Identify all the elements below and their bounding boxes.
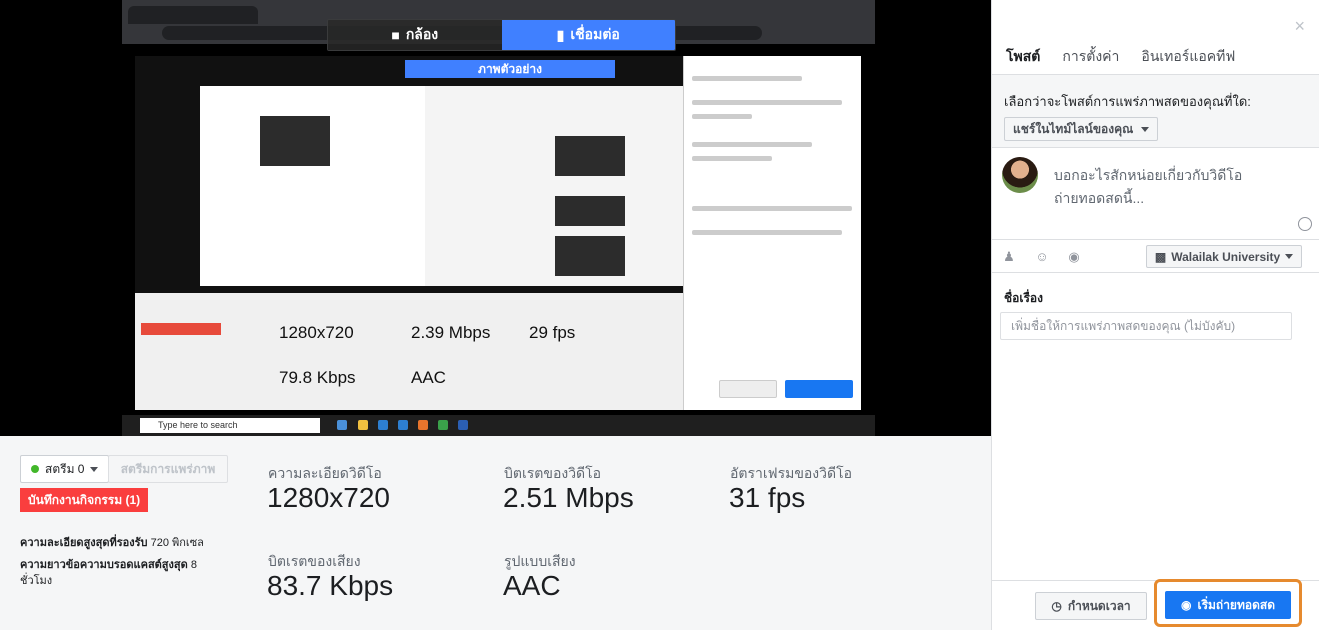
video-bitrate-value: 2.51 Mbps: [503, 482, 634, 513]
max-length-unit: ชั่วโมง: [20, 575, 53, 587]
preview-nested-schedule: [719, 380, 777, 398]
preview-nested-audio-bitrate: 79.8 Kbps: [279, 368, 356, 387]
audience-label: Walailak University: [1171, 249, 1281, 264]
stream-preview: ภาพตัวอย่าง 1280x720 2.39 Mbps 29 fps 79…: [0, 0, 991, 436]
go-live-label: เริ่มถ่ายทอดสด: [1197, 597, 1275, 612]
preview-thumbnail: [555, 196, 625, 226]
camera-mode-label: กล้อง: [405, 26, 439, 42]
max-length-value: 8: [190, 559, 197, 571]
clock-icon: ◷: [1051, 599, 1062, 613]
camera-mode-button[interactable]: ■ กล้อง: [328, 20, 502, 50]
destination-value: แชร์ในไทม์ไลน์ของคุณ: [1013, 121, 1134, 136]
live-producer: ภาพตัวอย่าง 1280x720 2.39 Mbps 29 fps 79…: [0, 0, 1319, 630]
emoji-icon[interactable]: [1298, 217, 1312, 231]
preview-nested-log: [141, 323, 221, 335]
max-resolution-info: ความละเอียดสูงสุดที่รองรับ 720 พิกเซล: [20, 533, 204, 551]
preview-nested-video: ภาพตัวอย่าง: [135, 56, 685, 293]
title-label: ชื่อเรื่อง: [1004, 291, 1043, 305]
audience-selector[interactable]: ▩ Walailak University: [1146, 245, 1302, 268]
preview-nested-audio-format: AAC: [411, 368, 446, 387]
connect-icon: ▮: [556, 26, 565, 43]
preview-thumbnail: [260, 116, 330, 166]
chevron-down-icon: [1141, 126, 1150, 132]
max-resolution-label: ความละเอียดสูงสุดที่รองรับ: [20, 537, 148, 549]
live-icon: ◉: [1180, 598, 1192, 612]
feeling-icon[interactable]: ☺: [1035, 250, 1049, 264]
location-icon[interactable]: ◉: [1067, 250, 1081, 264]
video-resolution-value: 1280x720: [267, 482, 391, 513]
preview-taskbar-search: Type here to search: [140, 418, 320, 433]
schedule-label: กำหนดเวลา: [1067, 598, 1131, 613]
max-length-label: ความยาวข้อความบรอดแคสต์สูงสุด: [20, 559, 188, 571]
camera-icon: ■: [391, 27, 400, 43]
chevron-down-icon: [1285, 254, 1294, 259]
chevron-down-icon: [90, 466, 99, 472]
preview-title: ภาพตัวอย่าง: [405, 60, 615, 78]
connect-mode-label: เชื่อมต่อ: [570, 26, 620, 42]
preview-screen-capture: ภาพตัวอย่าง 1280x720 2.39 Mbps 29 fps 79…: [135, 56, 861, 410]
preview-thumbnail: [555, 136, 625, 176]
preview-nested-bitrate: 2.39 Mbps: [411, 323, 491, 342]
live-status-dot: [31, 465, 39, 473]
title-input[interactable]: เพิ่มชื่อให้การแพร่ภาพสดของคุณ (ไม่บังคั…: [1000, 312, 1292, 340]
post-settings-panel: × โพสต์ การตั้งค่า อินเทอร์แอคทีฟ เลือกว…: [991, 0, 1319, 630]
organization-icon: ▩: [1154, 249, 1167, 264]
composer-actions: ♟ ☺ ◉ ▩ Walailak University: [992, 239, 1319, 273]
destination-dropdown[interactable]: แชร์ในไทม์ไลน์ของคุณ: [1004, 117, 1159, 141]
activity-log-button[interactable]: บันทึกงานกิจกรรม (1): [20, 488, 149, 512]
stream-broadcast-button[interactable]: สตรีมการแพร่ภาพ: [108, 455, 228, 483]
mode-switch: ■ กล้อง ▮ เชื่อมต่อ: [327, 19, 676, 51]
go-live-button[interactable]: ◉ เริ่มถ่ายทอดสด: [1165, 591, 1291, 619]
connect-mode-button[interactable]: ▮ เชื่อมต่อ: [501, 20, 675, 50]
preview-nested-golive: [785, 380, 853, 398]
stream-stats-panel: สตรีม 0 สตรีมการแพร่ภาพ บันทึกงานกิจกรรม…: [0, 436, 991, 630]
tag-people-icon[interactable]: ♟: [1002, 250, 1016, 264]
close-icon[interactable]: ×: [1294, 16, 1305, 37]
audio-bitrate-value: 83.7 Kbps: [267, 570, 394, 601]
preview-document-2: [425, 86, 685, 286]
destination-section: เลือกว่าจะโพสต์การแพร่ภาพสดของคุณที่ใด: …: [992, 75, 1319, 147]
composer-placeholder: บอกอะไรสักหน่อยเกี่ยวกับวิดีโอถ่ายทอดสดน…: [1054, 167, 1243, 206]
stream-selector-label: สตรีม 0: [45, 461, 85, 476]
max-resolution-value: 720 พิกเซล: [150, 537, 204, 549]
audio-format-value: AAC: [503, 570, 561, 601]
preview-browser-tab: [128, 6, 258, 24]
video-framerate-value: 31 fps: [729, 482, 806, 513]
golive-highlight: ◉ เริ่มถ่ายทอดสด: [1154, 579, 1302, 627]
avatar: [1002, 157, 1038, 193]
preview-nested-panel: [683, 56, 861, 410]
stream-selector[interactable]: สตรีม 0: [20, 455, 110, 483]
preview-nested-fps: 29 fps: [529, 323, 576, 342]
preview-nested-stats: 1280x720 2.39 Mbps 29 fps 79.8 Kbps AAC: [135, 293, 683, 410]
post-composer[interactable]: บอกอะไรสักหน่อยเกี่ยวกับวิดีโอถ่ายทอดสดน…: [992, 147, 1319, 239]
preview-nested-res: 1280x720: [279, 323, 354, 342]
preview-taskbar: Type here to search: [122, 415, 875, 436]
preview-thumbnail: [555, 236, 625, 276]
schedule-button[interactable]: ◷ กำหนดเวลา: [1035, 592, 1147, 620]
destination-question: เลือกว่าจะโพสต์การแพร่ภาพสดของคุณที่ใด:: [1004, 94, 1251, 109]
